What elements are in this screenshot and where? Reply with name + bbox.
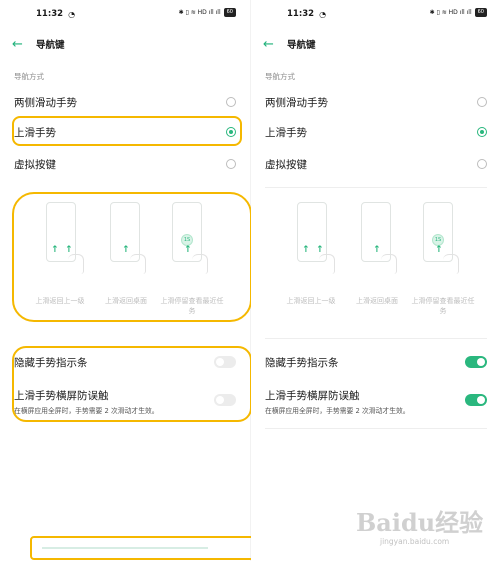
caption-home: 上滑返回桌面 <box>105 297 147 305</box>
option-two-side-swipe[interactable]: 两侧滑动手势 <box>265 92 487 112</box>
option-label: 虚拟按键 <box>265 158 307 171</box>
toggle-hide-indicator[interactable]: 隐藏手势指示条 <box>265 355 487 370</box>
nav-bar: ← 导航键 <box>263 34 491 54</box>
back-arrow-icon[interactable]: ← <box>263 37 283 52</box>
radio-button[interactable] <box>226 159 236 169</box>
toggle-switch-off[interactable] <box>214 394 236 406</box>
up-arrow-icon: ↑ <box>51 245 59 255</box>
left-screenshot: 11:32 ◔ ✱ ▯ ≋ HD ıll ıll 60 ← 导航键 导航方式 两… <box>0 0 266 561</box>
up-arrow-icon: ↑ <box>302 245 310 255</box>
toggle-description: 在横屏应用全屏时，手势需要 2 次滑动才生效。 <box>14 407 159 415</box>
radio-button-selected[interactable] <box>477 127 487 137</box>
status-extra-icon: ◔ <box>68 9 76 19</box>
toggle-label: 隐藏手势指示条 <box>14 357 88 369</box>
toggle-label: 隐藏手势指示条 <box>265 357 339 369</box>
option-swipe-up[interactable]: 上滑手势 <box>265 122 487 142</box>
up-arrow-icon: ↑ <box>184 245 192 255</box>
status-time: 11:32 <box>36 9 64 19</box>
finger-icon <box>68 254 84 274</box>
toggle-landscape-protect[interactable]: 上滑手势横屏防误触 在横屏应用全屏时，手势需要 2 次滑动才生效。 <box>14 388 236 415</box>
signal-icons: ✱ ▯ ≋ HD ıll ıll <box>429 9 472 16</box>
gesture-indicator-bar[interactable] <box>42 547 208 549</box>
toggle-landscape-protect[interactable]: 上滑手势横屏防误触 在横屏应用全屏时，手势需要 2 次滑动才生效。 <box>265 388 487 415</box>
toggle-description: 在横屏应用全屏时，手势需要 2 次滑动才生效。 <box>265 407 410 415</box>
divider <box>265 187 487 188</box>
finger-icon <box>443 254 459 274</box>
option-label: 虚拟按键 <box>14 158 56 171</box>
up-arrow-icon: ↑ <box>373 245 381 255</box>
section-label: 导航方式 <box>14 72 44 81</box>
page-title: 导航键 <box>36 40 65 51</box>
status-icons: ✱ ▯ ≋ HD ıll ıll 60 <box>179 8 236 17</box>
option-swipe-up[interactable]: 上滑手势 <box>14 122 236 142</box>
toggle-label: 上滑手势横屏防误触 <box>265 390 360 402</box>
battery-icon: 60 <box>474 8 487 17</box>
toggle-label: 上滑手势横屏防误触 <box>14 390 109 402</box>
status-icons: ✱ ▯ ≋ HD ıll ıll 60 <box>430 8 487 17</box>
status-time: 11:32 <box>287 9 315 19</box>
finger-icon <box>381 254 397 274</box>
up-arrow-icon: ↑ <box>122 245 130 255</box>
section-label: 导航方式 <box>265 72 295 81</box>
divider <box>265 338 487 339</box>
caption-back: 上滑返回上一级 <box>35 297 85 305</box>
option-virtual-keys[interactable]: 虚拟按键 <box>14 154 236 174</box>
toggle-switch-on[interactable] <box>465 394 487 406</box>
page-title: 导航键 <box>287 40 316 51</box>
status-extra-icon: ◔ <box>319 9 327 19</box>
caption-home: 上滑返回桌面 <box>356 297 398 305</box>
status-bar: 11:32 ◔ ✱ ▯ ≋ HD ıll ıll 60 <box>287 6 495 22</box>
option-label: 上滑手势 <box>265 126 307 139</box>
divider <box>265 428 487 429</box>
finger-icon <box>319 254 335 274</box>
option-two-side-swipe[interactable]: 两侧滑动手势 <box>14 92 236 112</box>
caption-recents: 上滑停留查看最近任务 <box>160 297 224 315</box>
status-bar: 11:32 ◔ ✱ ▯ ≋ HD ıll ıll 60 <box>36 6 244 22</box>
option-label: 上滑手势 <box>14 126 56 139</box>
option-label: 两侧滑动手势 <box>265 96 328 109</box>
radio-button[interactable] <box>477 159 487 169</box>
toggle-switch-on[interactable] <box>465 356 487 368</box>
nav-bar: ← 导航键 <box>12 34 240 54</box>
finger-icon <box>130 254 146 274</box>
back-arrow-icon[interactable]: ← <box>12 37 32 52</box>
toggle-hide-indicator[interactable]: 隐藏手势指示条 <box>14 355 236 370</box>
caption-recents: 上滑停留查看最近任务 <box>411 297 475 315</box>
toggle-switch-off[interactable] <box>214 356 236 368</box>
gesture-illustration: ↑ ↑ ↑ 1S ↑ <box>38 202 223 274</box>
finger-icon <box>192 254 208 274</box>
radio-button[interactable] <box>477 97 487 107</box>
signal-icons: ✱ ▯ ≋ HD ıll ıll <box>178 9 221 16</box>
up-arrow-icon: ↑ <box>435 245 443 255</box>
radio-button-selected[interactable] <box>226 127 236 137</box>
radio-button[interactable] <box>226 97 236 107</box>
gesture-illustration: ↑ ↑ ↑ 1S ↑ <box>289 202 474 274</box>
battery-icon: 60 <box>223 8 236 17</box>
option-label: 两侧滑动手势 <box>14 96 77 109</box>
option-virtual-keys[interactable]: 虚拟按键 <box>265 154 487 174</box>
caption-back: 上滑返回上一级 <box>286 297 336 305</box>
right-screenshot: 11:32 ◔ ✱ ▯ ≋ HD ıll ıll 60 ← 导航键 导航方式 两… <box>251 0 500 561</box>
